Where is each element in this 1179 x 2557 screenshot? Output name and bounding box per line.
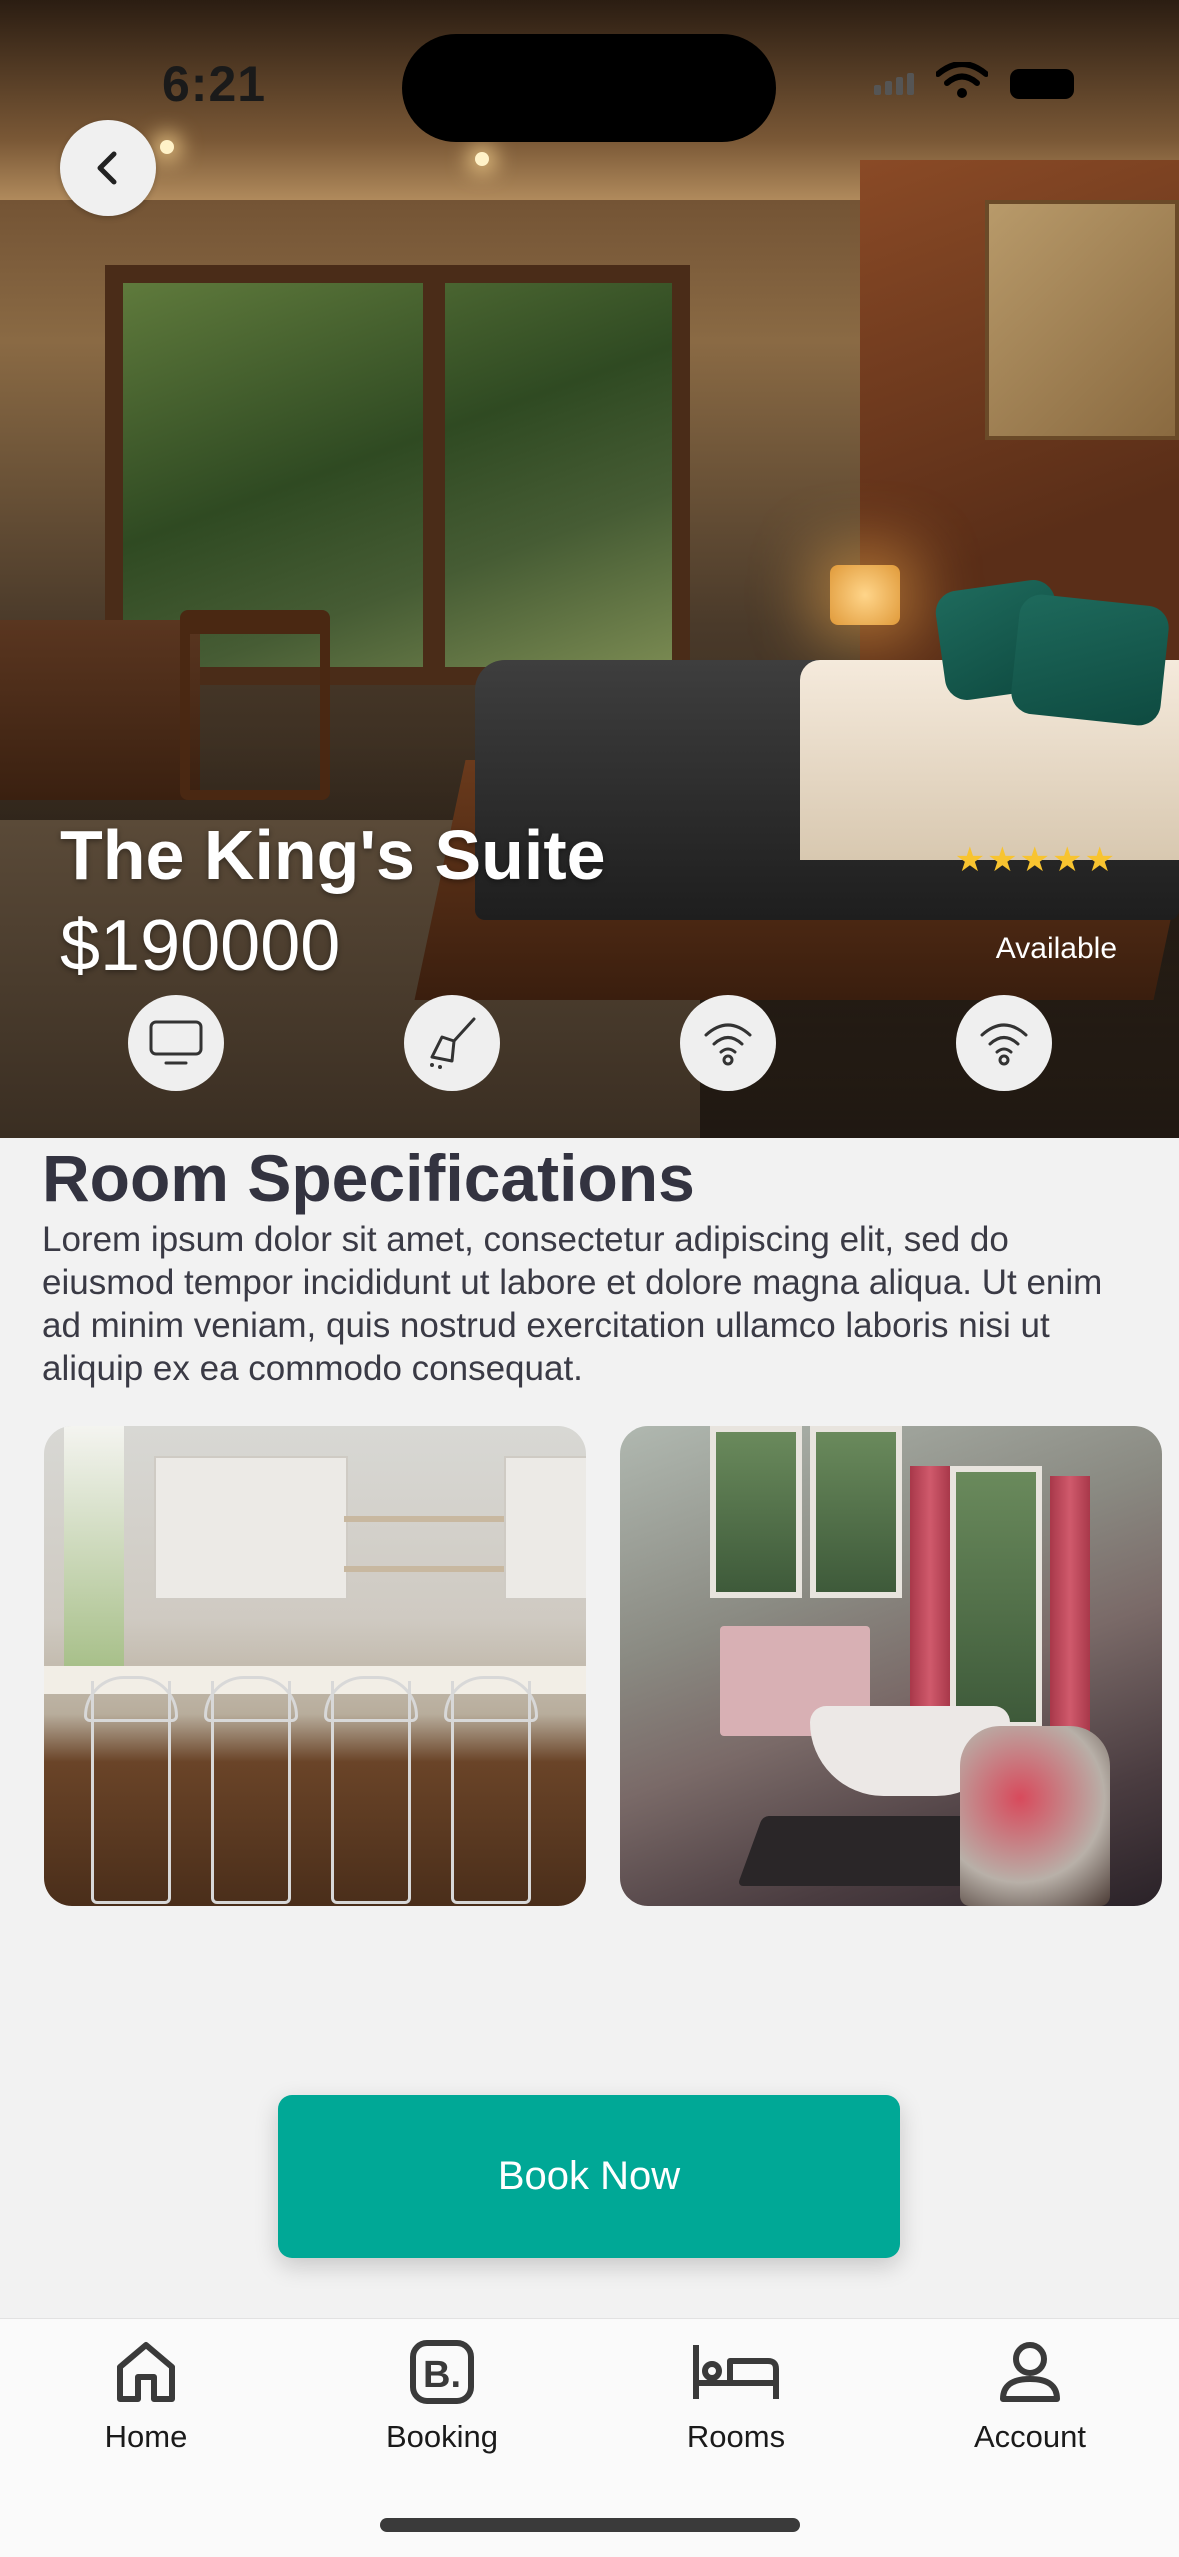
bed-icon bbox=[693, 2345, 779, 2399]
account-icon bbox=[1000, 2342, 1060, 2402]
kitchen-photo[interactable] bbox=[44, 1426, 586, 1906]
back-button[interactable] bbox=[60, 120, 156, 216]
specifications-heading: Room Specifications bbox=[42, 1141, 695, 1215]
availability-status: Available bbox=[995, 932, 1117, 965]
tab-booking-label: Booking bbox=[385, 2419, 499, 2454]
tab-rooms-label: Rooms bbox=[686, 2419, 786, 2454]
rating-stars: ★★★★★ bbox=[954, 841, 1117, 879]
tab-account[interactable]: Account bbox=[930, 2339, 1130, 2455]
amenity-tv[interactable] bbox=[128, 995, 224, 1091]
svg-text:B.: B. bbox=[423, 2354, 461, 2396]
chevron-left-icon bbox=[97, 151, 117, 185]
wifi-icon bbox=[980, 1023, 1028, 1066]
tab-home-label: Home bbox=[104, 2419, 188, 2454]
home-icon bbox=[117, 2342, 175, 2402]
tab-account-label: Account bbox=[973, 2419, 1086, 2454]
room-price: $190000 bbox=[60, 906, 341, 986]
status-time: 6:21 bbox=[162, 56, 267, 112]
broom-icon bbox=[430, 1017, 476, 1069]
dynamic-island bbox=[402, 34, 776, 142]
cellular-icon bbox=[874, 72, 914, 95]
tv-icon bbox=[149, 1020, 203, 1065]
tab-rooms[interactable]: Rooms bbox=[636, 2339, 836, 2455]
amenities-row bbox=[0, 995, 1179, 1093]
amenity-cleaning[interactable] bbox=[404, 995, 500, 1091]
status-icons bbox=[874, 61, 1074, 105]
specifications-description: Lorem ipsum dolor sit amet, consectetur … bbox=[42, 1220, 1103, 1388]
tab-home[interactable]: Home bbox=[46, 2339, 246, 2455]
amenity-wifi-2[interactable] bbox=[956, 995, 1052, 1091]
wifi-icon bbox=[704, 1023, 752, 1066]
room-title: The King's Suite bbox=[60, 816, 606, 894]
tab-booking[interactable]: B. Booking bbox=[342, 2339, 542, 2455]
book-now-button[interactable]: Book Now bbox=[278, 2095, 900, 2258]
wifi-status-icon bbox=[935, 61, 989, 105]
booking-icon: B. bbox=[410, 2340, 474, 2404]
bathroom-photo[interactable] bbox=[620, 1426, 1162, 1906]
amenity-wifi[interactable] bbox=[680, 995, 776, 1091]
battery-icon bbox=[1010, 68, 1074, 99]
home-indicator bbox=[380, 2518, 800, 2532]
